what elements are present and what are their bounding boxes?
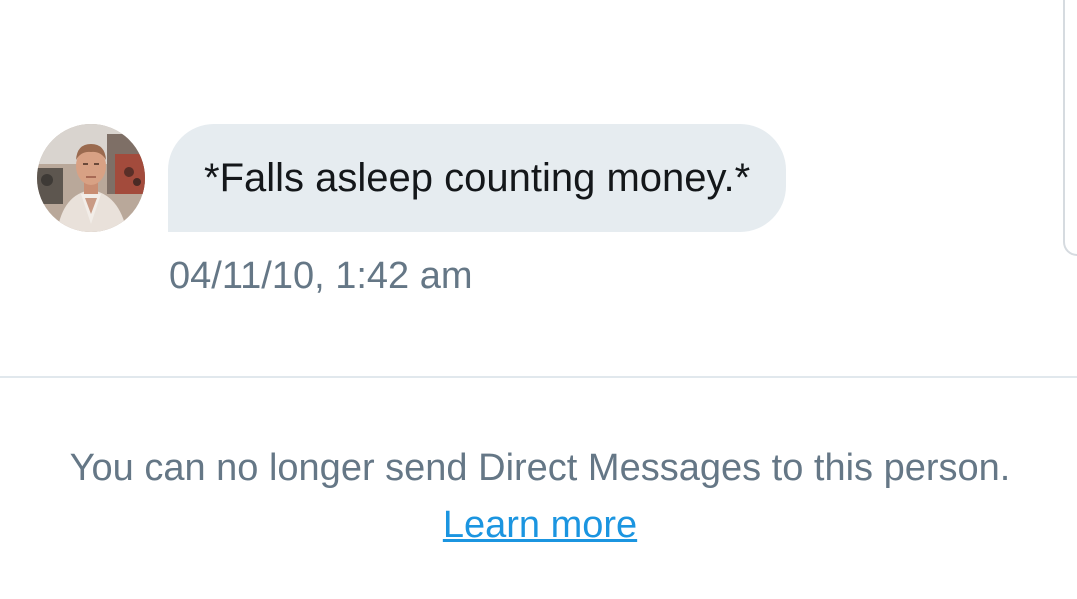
scroll-edge [1063, 0, 1077, 256]
message-bubble[interactable]: *Falls asleep counting money.* [168, 124, 787, 232]
notice-text: You can no longer send Direct Messages t… [69, 447, 1011, 489]
avatar-photo-icon [37, 124, 145, 232]
divider [0, 376, 1077, 378]
message-text: *Falls asleep counting money.* [204, 155, 751, 200]
learn-more-link[interactable]: Learn more [443, 504, 637, 546]
dm-disabled-notice: You can no longer send Direct Messages t… [60, 440, 1020, 554]
sender-avatar[interactable] [37, 124, 145, 232]
message-timestamp: 04/11/10, 1:42 am [169, 255, 473, 297]
received-message: *Falls asleep counting money.* [37, 124, 787, 232]
